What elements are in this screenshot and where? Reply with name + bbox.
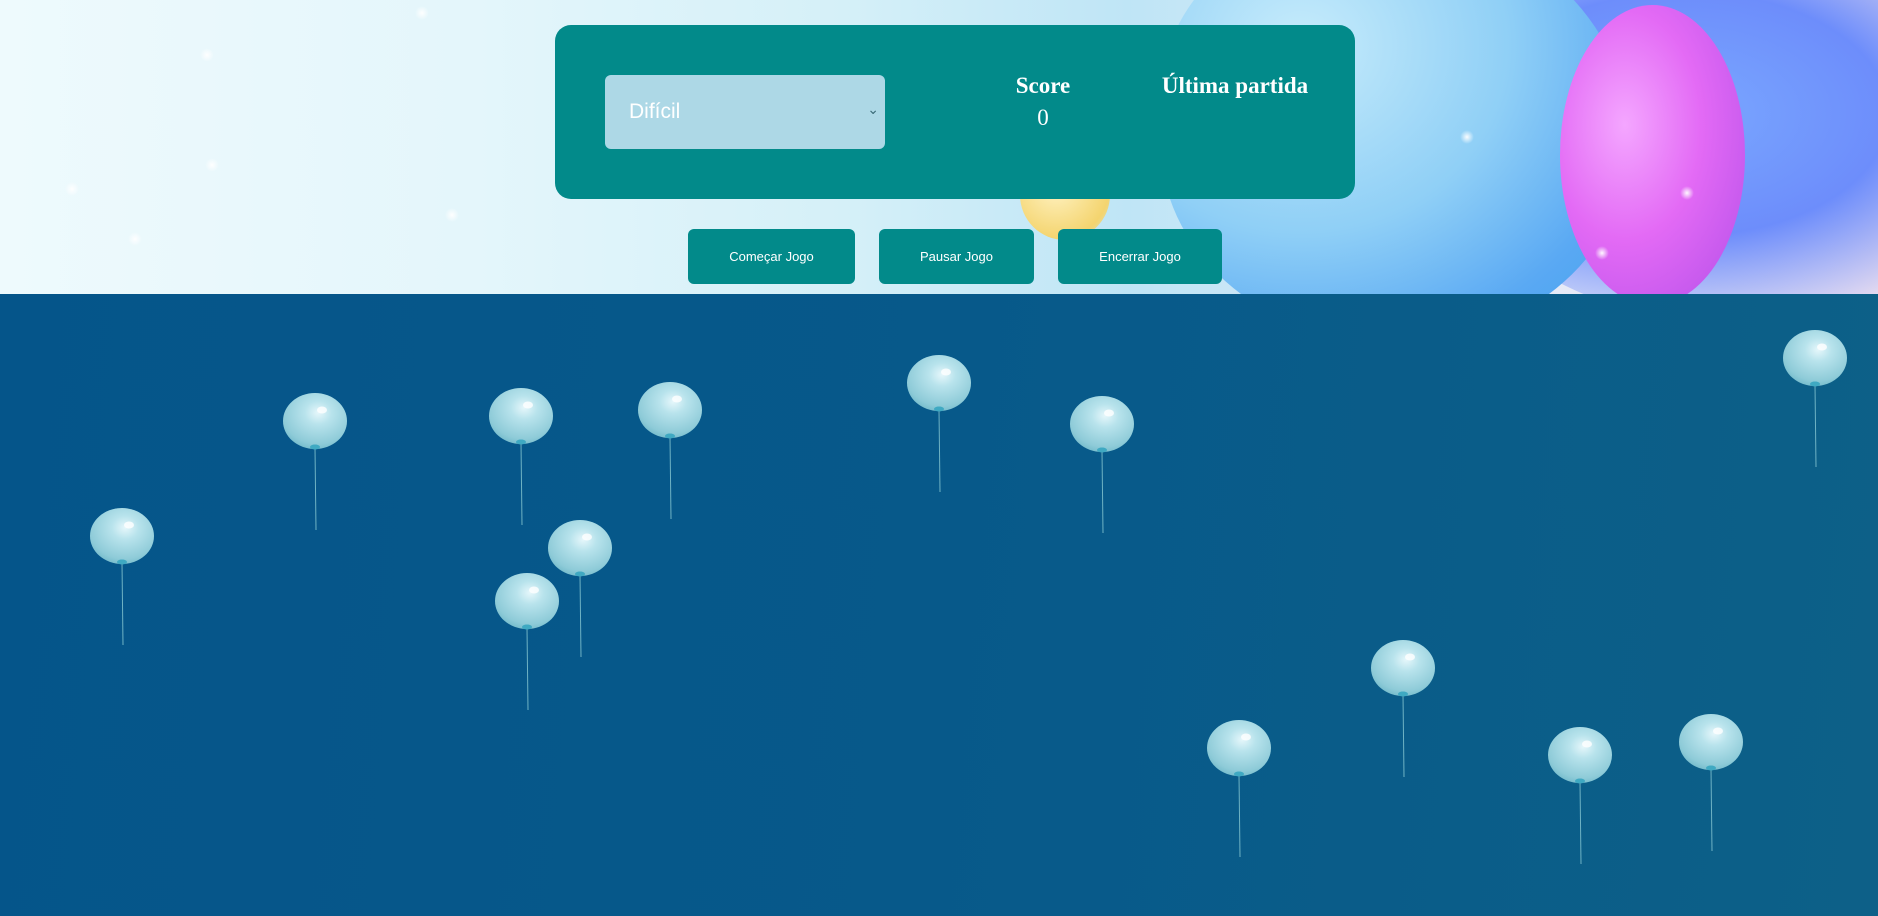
last-match-display: Última partida [1135,73,1335,105]
end-game-button[interactable]: Encerrar Jogo [1058,229,1222,284]
start-game-button[interactable]: Começar Jogo [688,229,855,284]
sparkle [128,232,142,246]
sparkle [415,6,429,20]
score-value: 0 [1037,105,1049,130]
sparkle [65,182,79,196]
balloon[interactable] [1547,726,1613,866]
balloon[interactable] [1206,719,1272,859]
decorative-balloon [1560,5,1745,294]
sparkle [205,158,219,172]
sparkle [1460,130,1474,144]
game-control-panel: Difícil ⌄ Score 0 Última partida [555,25,1355,199]
balloon[interactable] [1370,639,1436,779]
game-area[interactable] [0,294,1878,916]
balloon[interactable] [1782,329,1848,469]
balloon[interactable] [89,507,155,647]
score-label: Score [1015,73,1071,98]
sparkle [200,48,214,62]
balloon[interactable] [906,354,972,494]
balloon[interactable] [494,572,560,712]
balloon[interactable] [282,392,348,532]
chevron-down-icon: ⌄ [867,101,879,117]
sparkle [1595,246,1609,260]
sparkle [1680,186,1694,200]
difficulty-select[interactable]: Difícil ⌄ [605,75,885,149]
sparkle [445,208,459,222]
difficulty-selected-label: Difícil [629,100,681,123]
balloon[interactable] [1678,713,1744,853]
balloon[interactable] [1069,395,1135,535]
last-match-label: Última partida [1161,73,1309,98]
balloon[interactable] [488,387,554,527]
score-display: Score 0 [973,73,1113,131]
pause-game-button[interactable]: Pausar Jogo [879,229,1034,284]
balloon[interactable] [637,381,703,521]
